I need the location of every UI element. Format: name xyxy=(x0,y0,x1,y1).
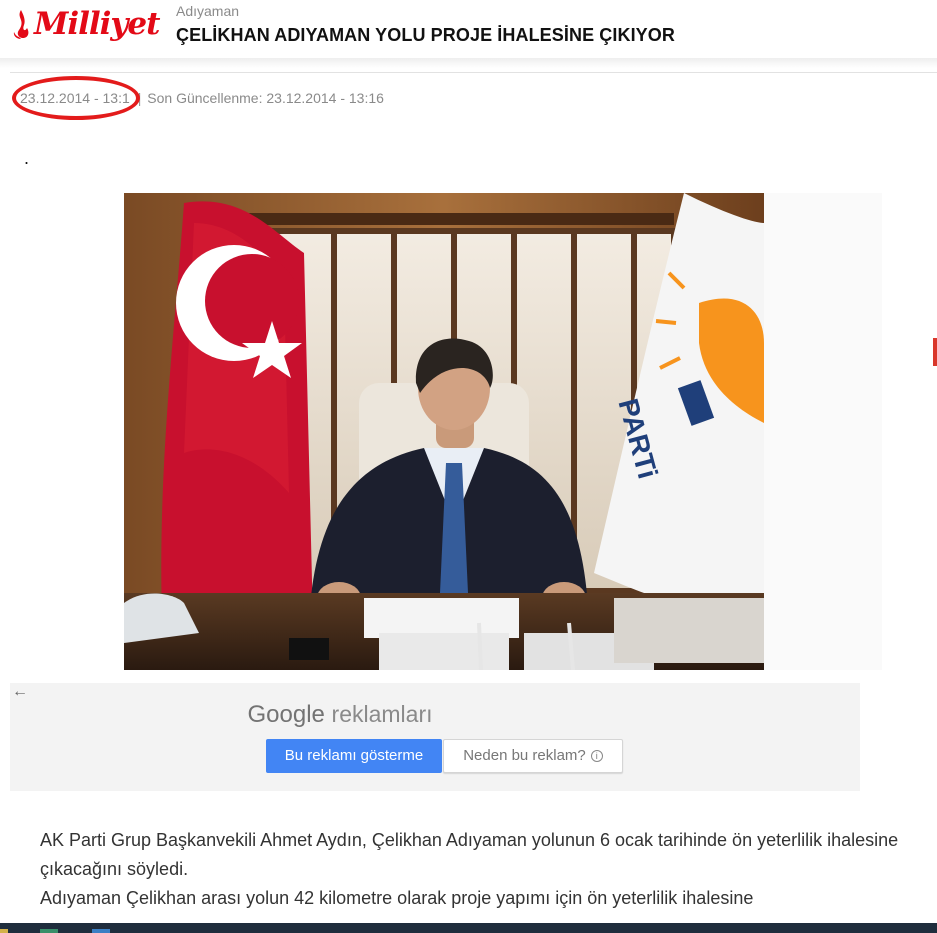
info-icon: i xyxy=(590,750,603,762)
why-this-ad-label: Neden bu reklam? xyxy=(463,747,586,764)
google-ad-panel: ← Google reklamları Bu reklamı gösterme … xyxy=(10,683,860,791)
os-taskbar xyxy=(0,923,937,933)
section-label[interactable]: Adıyaman xyxy=(176,3,239,19)
lead-marker: . xyxy=(24,148,30,168)
ads-label: reklamları xyxy=(331,701,433,727)
article-paragraph: AK Parti Grup Başkanvekili Ahmet Aydın, … xyxy=(40,830,899,879)
page-title: ÇELİKHAN ADIYAMAN YOLU PROJE İHALESİNE Ç… xyxy=(176,25,675,45)
flame-icon xyxy=(13,10,29,39)
logo-wordmark: Milliyet xyxy=(34,6,160,42)
site-header: Milliyet Adıyaman ÇELİKHAN ADIYAMAN YOLU… xyxy=(0,0,937,62)
article-photo[interactable]: PARTi xyxy=(124,193,764,670)
red-annotation-circle xyxy=(12,76,140,120)
taskbar-start-icon[interactable] xyxy=(0,929,8,933)
arrow-left-icon[interactable]: ← xyxy=(12,683,28,701)
why-this-ad-button[interactable]: Neden bu reklam? i xyxy=(443,739,623,773)
article-body: AK Parti Grup Başkanvekili Ahmet Aydın, … xyxy=(40,826,920,913)
google-ads-title: Google reklamları xyxy=(10,701,670,729)
hide-ad-button[interactable]: Bu reklamı gösterme xyxy=(266,739,442,773)
header-shadow xyxy=(0,58,937,68)
taskbar-app-icon[interactable] xyxy=(92,929,110,933)
divider xyxy=(10,72,937,73)
photo-side-panel xyxy=(764,193,882,670)
article-paragraph: Adıyaman Çelikhan arası yolun 42 kilomet… xyxy=(40,888,754,908)
scroll-marker xyxy=(933,338,937,366)
politician-office-illustration: PARTi xyxy=(124,193,764,670)
updated-date: Son Güncellenme: 23.12.2014 - 13:16 xyxy=(147,90,384,106)
taskbar-app-icon[interactable] xyxy=(40,929,58,933)
milliyet-logo[interactable]: Milliyet xyxy=(10,6,160,42)
google-wordmark: Google xyxy=(247,701,325,728)
